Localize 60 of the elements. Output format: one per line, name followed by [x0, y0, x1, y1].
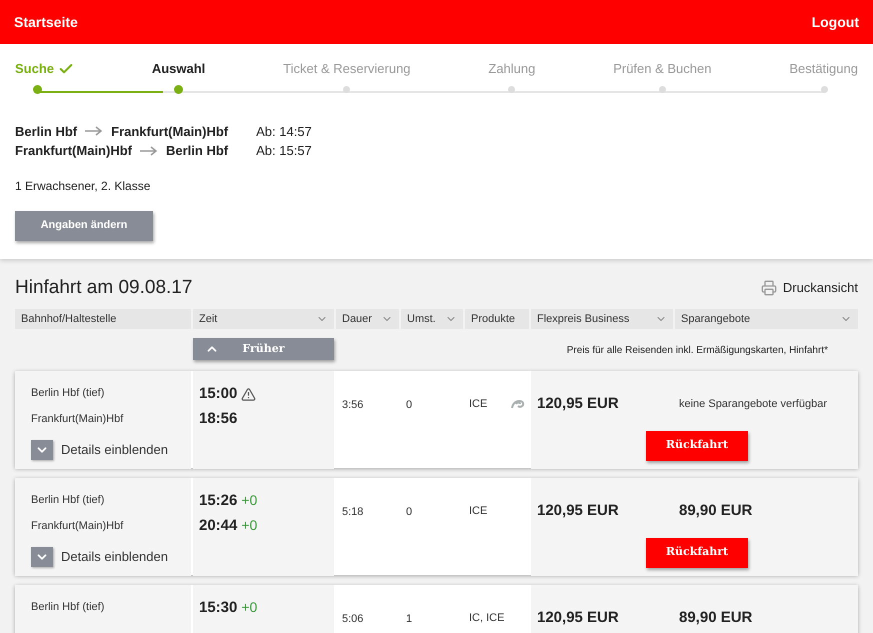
changes: 0: [406, 506, 412, 518]
step-label: Auswahl: [152, 60, 206, 78]
step-label: Prüfen & Buchen: [613, 60, 712, 78]
details-toggle[interactable]: Details einblenden: [31, 440, 191, 460]
column-header[interactable]: Sparangebote: [675, 309, 858, 329]
step-label: Bestätigung: [789, 60, 858, 78]
flex-price: 120,95 EUR: [537, 395, 619, 412]
station-name: Frankfurt(Main)Hbf: [111, 122, 228, 141]
duration: 5:18: [342, 506, 364, 518]
time: 18:56: [199, 408, 238, 428]
price-note: Preis für alle Reisenden inkl. Ermäßigungskarten, Hinfahrt*: [566, 345, 828, 356]
station-name: Berlin Hbf: [15, 122, 78, 140]
products: ICE: [469, 504, 488, 519]
delay: +0: [241, 491, 258, 510]
station-name: Frankfurt(Main)Hbf: [31, 412, 124, 426]
station-name: Berlin Hbf: [166, 142, 228, 160]
flex-price: 120,95 EUR: [537, 609, 619, 626]
column-header[interactable]: Zeit: [193, 309, 334, 329]
changes: 0: [406, 399, 412, 411]
station-name: Berlin Hbf (tief): [31, 493, 106, 508]
departure-time: Ab: 14:57: [256, 122, 312, 140]
flex-price: 120,95 EUR: [537, 502, 619, 519]
station-name: Frankfurt(Main)Hbf: [31, 518, 124, 534]
saver-note: keine Sparangebote verfügbar: [678, 397, 828, 412]
saver-price: 89,90 EUR: [678, 608, 754, 628]
changes: 1: [406, 613, 412, 625]
duration: 5:06: [342, 613, 364, 625]
time: 20:44: [199, 516, 238, 536]
step-label: Suche: [15, 60, 54, 78]
details-toggle[interactable]: Details einblenden: [31, 547, 191, 567]
saver-price: 89,90 EUR: [678, 501, 754, 521]
delay: +0: [241, 598, 258, 617]
time: 15:30: [199, 598, 238, 618]
print-link[interactable]: Druckansicht: [760, 278, 858, 298]
duration: 3:56: [342, 399, 364, 411]
home-link[interactable]: Startseite: [14, 12, 78, 32]
column-header: Produkte: [465, 309, 529, 329]
column-header[interactable]: Flexpreis Business: [531, 309, 673, 329]
delay: +0: [241, 516, 258, 534]
station-name: Berlin Hbf (tief): [31, 386, 106, 401]
station-name: Berlin Hbf (tief): [31, 600, 106, 615]
return-trip-button[interactable]: Rückfahrt: [646, 538, 748, 568]
arrow-icon: [140, 146, 158, 156]
products: IC, ICE: [469, 611, 504, 626]
travellers-text: 1 Erwachsener, 2. Klasse: [15, 178, 152, 194]
printer-icon: [760, 280, 777, 296]
step-label: Zahlung: [488, 60, 536, 78]
arrow-icon: [85, 126, 104, 136]
return-trip-button[interactable]: Rückfahrt: [646, 430, 748, 460]
logout-link[interactable]: Logout: [812, 12, 859, 32]
column-header: Bahnhof/Haltestelle: [15, 309, 191, 329]
column-header[interactable]: Dauer: [336, 309, 399, 329]
results-title: Hinfahrt am 09.08.17: [15, 276, 192, 300]
station-name: Frankfurt(Main)Hbf: [15, 142, 132, 160]
products: ICE: [469, 397, 488, 412]
column-header[interactable]: Umst.: [401, 309, 463, 329]
step-label: Ticket & Reservierung: [283, 60, 411, 78]
time: 15:00: [199, 384, 238, 404]
departure-time: Ab: 15:57: [256, 142, 312, 160]
time: 15:26: [199, 491, 238, 511]
